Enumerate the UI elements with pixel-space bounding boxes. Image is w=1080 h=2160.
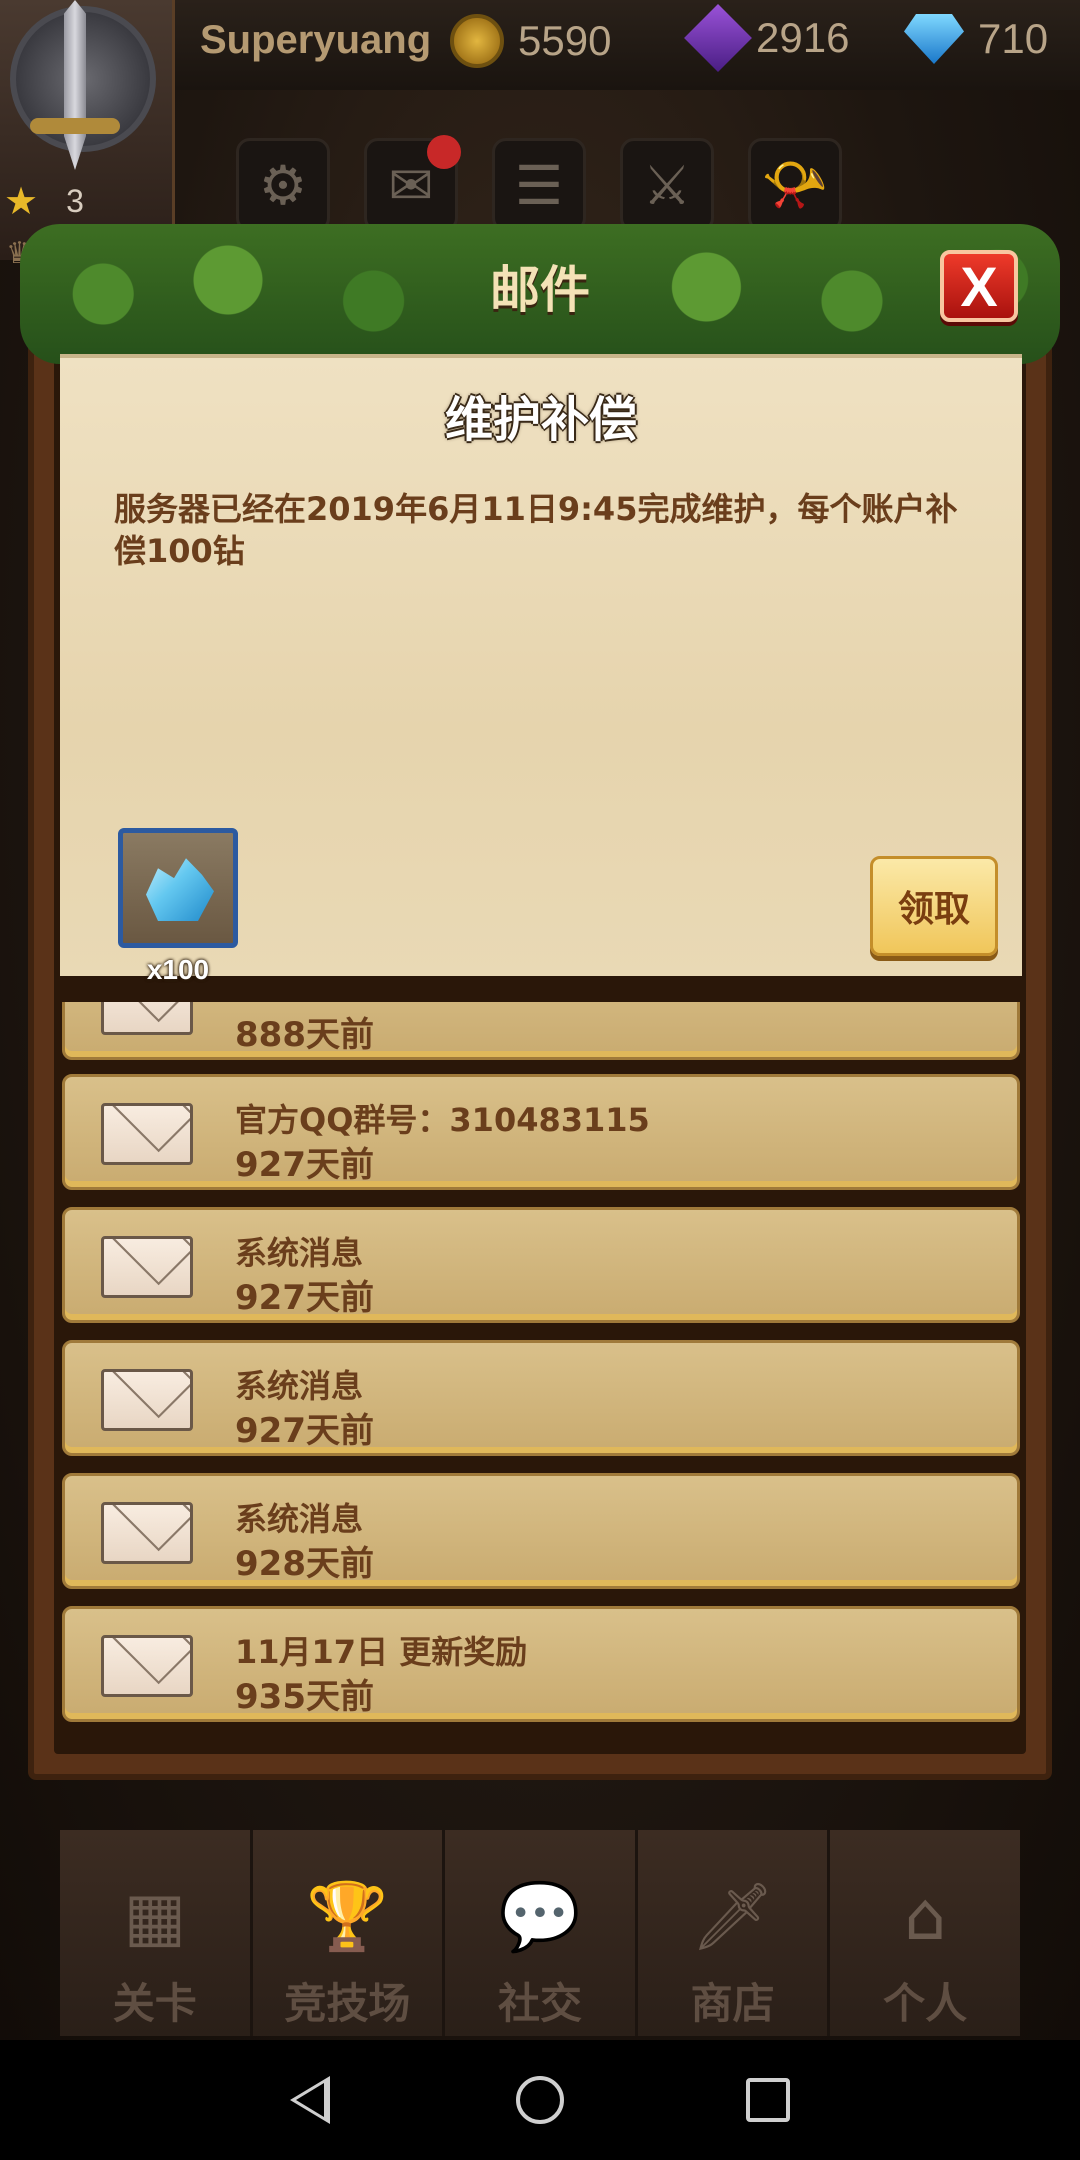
diamond-pile-icon: [146, 858, 214, 921]
nav-tab-arena[interactable]: 🏆 竞技场: [252, 1830, 446, 2036]
star-icon: ★: [4, 179, 39, 223]
gear-icon: ⚙: [258, 153, 308, 217]
player-avatar[interactable]: ★ 3 ♛: [0, 0, 175, 271]
diamond-amount: 710: [978, 15, 1049, 62]
gold-currency[interactable]: 5590: [450, 14, 611, 68]
nav-tab-label: 社交: [497, 1979, 582, 2028]
mail-age: 927天前: [235, 1278, 374, 1318]
mail-subject: 系统消息: [235, 1500, 364, 1538]
diamond-currency[interactable]: 710: [904, 14, 1048, 64]
announcement-button[interactable]: 📯: [748, 138, 842, 232]
sword-guard: [30, 118, 120, 134]
mail-subject: 系统消息: [235, 1234, 364, 1272]
envelope-icon: [101, 1369, 193, 1431]
mail-detail-title: 维护补偿: [444, 392, 637, 448]
back-icon[interactable]: [290, 2076, 330, 2124]
purple-gem-icon: [684, 4, 752, 72]
sword-icon: [64, 0, 86, 170]
mail-age: 935天前: [235, 1677, 374, 1717]
reward-item[interactable]: [118, 828, 238, 948]
gold-amount: 5590: [518, 17, 612, 64]
settings-button[interactable]: ⚙: [236, 138, 330, 232]
envelope-icon: [101, 1103, 193, 1165]
list-icon: ☰: [514, 153, 564, 217]
nav-tab-label: 竞技场: [284, 1979, 411, 2028]
mail-age: 888天前: [235, 1015, 374, 1055]
purple-gem-amount: 2916: [756, 14, 850, 61]
reward-quantity: x100: [146, 954, 210, 985]
mail-item[interactable]: 官方QQ群号：310483115 927天前: [62, 1074, 1020, 1190]
nav-tab-label: 个人: [883, 1979, 968, 2028]
podium-icon: 🏆: [306, 1878, 389, 1955]
mail-age: 927天前: [235, 1411, 374, 1451]
chat-bubble-icon: 💬: [498, 1878, 582, 1955]
mail-detail-panel: 维护补偿 服务器已经在2019年6月11日9:45完成维护，每个账户补偿100钻…: [60, 354, 1022, 985]
crossed-swords-icon: ⚔: [642, 153, 692, 217]
mail-item[interactable]: 11月17日 更新奖励 935天前: [62, 1606, 1020, 1722]
player-name: Superyuang: [200, 18, 432, 62]
list-button[interactable]: ☰: [492, 138, 586, 232]
star-count: 3: [66, 182, 84, 219]
recents-icon[interactable]: [746, 2078, 790, 2122]
dialog-title: 邮件: [490, 261, 590, 319]
system-navigation-bar: [0, 2040, 1080, 2160]
mail-subject: 11月17日 更新奖励: [235, 1633, 528, 1671]
envelope-icon: [101, 1236, 193, 1298]
mail-detail-body: 服务器已经在2019年6月11日9:45完成维护，每个账户补偿100钻: [114, 490, 958, 570]
nav-tab-profile[interactable]: ⌂ 个人: [830, 1830, 1020, 2036]
nav-tab-label: 关卡: [112, 1979, 197, 2028]
dagger-icon: 🗡: [690, 1878, 775, 1955]
claim-button[interactable]: 领取: [870, 856, 998, 956]
mail-item[interactable]: 888天前: [62, 1002, 1020, 1060]
mail-list[interactable]: 888天前 官方QQ群号：310483115 927天前 系统消息 927天前 …: [60, 1002, 1020, 1730]
mail-age: 927天前: [235, 1145, 374, 1185]
battle-button[interactable]: ⚔: [620, 138, 714, 232]
mail-icon: ✉: [388, 153, 434, 217]
nav-tab-label: 商店: [690, 1979, 775, 2028]
mail-item[interactable]: 系统消息 927天前: [62, 1340, 1020, 1456]
mail-item[interactable]: 系统消息 928天前: [62, 1473, 1020, 1589]
mail-button[interactable]: ✉: [364, 135, 461, 232]
mail-subject: 系统消息: [235, 1367, 364, 1405]
diamond-add-icon: [904, 14, 964, 64]
grid-icon: ▦: [123, 1878, 186, 1955]
toolbar: ⚙ ✉ ☰ ⚔ 📯: [236, 135, 842, 232]
nav-tab-shop[interactable]: 🗡 商店: [637, 1830, 831, 2036]
purple-gem-currency[interactable]: 2916: [684, 4, 850, 72]
mail-item[interactable]: 系统消息 927天前: [62, 1207, 1020, 1323]
home-icon[interactable]: [516, 2076, 564, 2124]
coin-icon: [450, 14, 504, 68]
nav-tab-stages[interactable]: ▦ 关卡: [60, 1830, 253, 2036]
star-rating: ★ 3: [4, 182, 84, 220]
mail-age: 928天前: [235, 1544, 374, 1584]
bottom-navigation: ▦ 关卡 🏆 竞技场 💬 社交 🗡 商店 ⌂ 个人: [60, 1830, 1020, 2036]
close-button[interactable]: X: [940, 250, 1018, 322]
notification-badge: [427, 135, 461, 169]
envelope-icon: [101, 1002, 193, 1035]
house-icon: ⌂: [904, 1878, 947, 1955]
horn-icon: 📯: [761, 153, 829, 216]
envelope-icon: [101, 1635, 193, 1697]
mail-subject: 官方QQ群号：310483115: [235, 1101, 650, 1139]
envelope-icon: [101, 1502, 193, 1564]
nav-tab-social[interactable]: 💬 社交: [445, 1830, 638, 2036]
